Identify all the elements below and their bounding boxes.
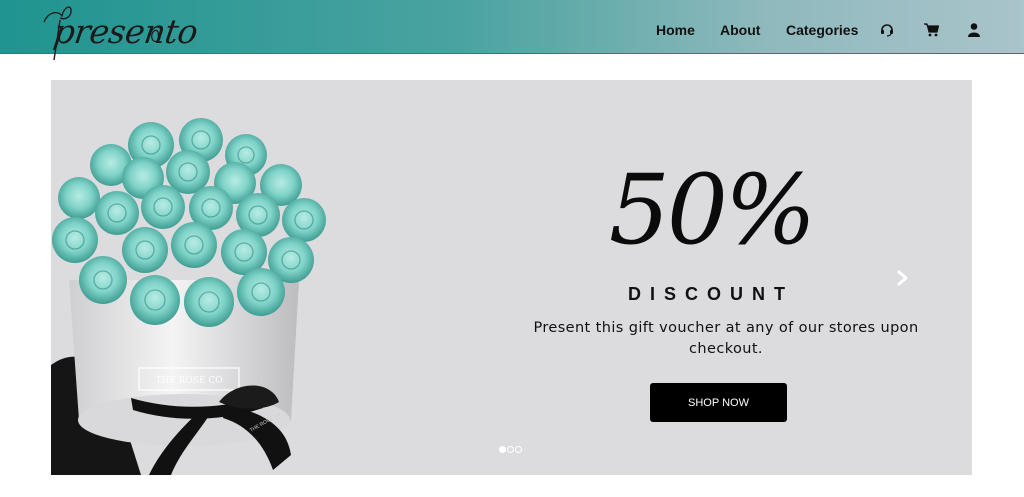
user-icon[interactable] [968,23,980,42]
logo-wordmark: presento [51,12,201,51]
carousel-dot-2[interactable] [507,446,514,453]
site-header: presento Home About Categories [0,0,1024,61]
box-label-text: THE ROSE CO [155,376,222,386]
cart-icon[interactable] [924,23,940,42]
promo-banner-carousel: THE ROSE CO THE ROSE CO 50% DISCOUNT Pre… [51,80,972,475]
discount-subheadline: DISCOUNT [628,284,794,304]
carousel-dot-3[interactable] [515,446,522,453]
nav-about-link[interactable]: About [720,22,760,38]
nav-home-link[interactable]: Home [656,22,695,38]
shop-now-button[interactable]: SHOP NOW [650,383,787,422]
carousel-dot-1[interactable] [499,446,506,453]
carousel-indicators [499,446,522,456]
rose-bouquet-image: THE ROSE CO THE ROSE CO [51,118,326,475]
carousel-next-icon[interactable] [895,269,911,287]
main-nav: Home About Categories [624,0,1024,54]
brand-logo[interactable]: presento [38,2,200,62]
offer-content: 50% DISCOUNT Present this gift voucher a… [491,80,941,475]
discount-headline: 50% [608,154,816,266]
support-headset-icon[interactable] [880,23,894,42]
nav-categories-link[interactable]: Categories [786,22,858,38]
offer-description: Present this gift voucher at any of our … [533,320,919,357]
